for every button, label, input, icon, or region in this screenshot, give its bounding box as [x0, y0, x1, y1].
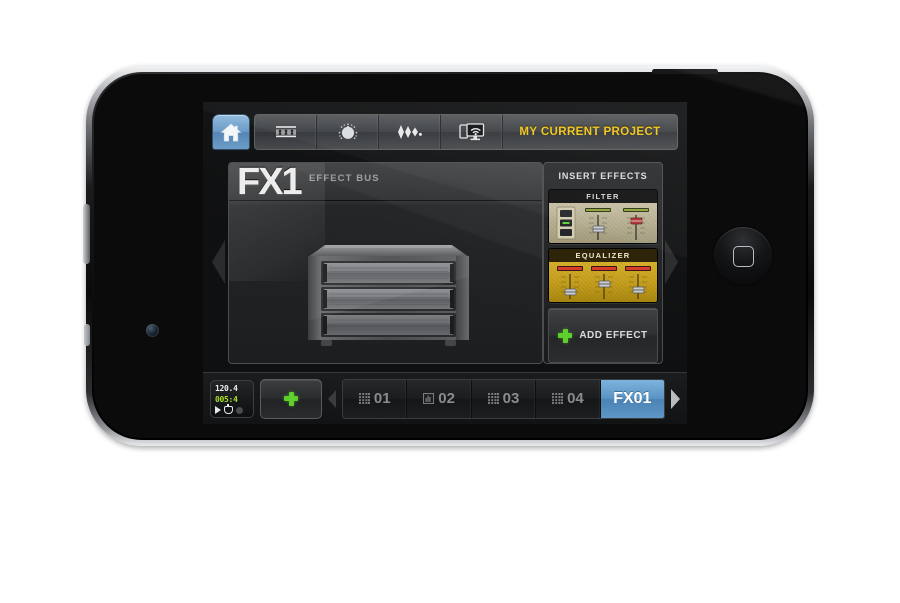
volume-button[interactable]	[83, 204, 90, 264]
mute-switch[interactable]	[84, 324, 90, 346]
phone-device: MY CURRENT PROJECT FX1 EFFECT BUS INSERT…	[83, 66, 814, 446]
grid-dots-icon	[487, 393, 499, 404]
main-content: FX1 EFFECT BUS INSERT EFFECTS FILTER EQU…	[203, 154, 687, 372]
track-tab-label: 02	[438, 390, 455, 407]
track-tab-label: 03	[502, 390, 520, 407]
house-icon	[220, 123, 242, 141]
track-tab-label: 04	[567, 390, 584, 407]
effect-module-filter-label: FILTER	[549, 190, 657, 203]
grid-dots-icon	[552, 393, 564, 404]
filter-controls-icon	[556, 206, 649, 240]
chevron-right-icon[interactable]	[671, 388, 680, 409]
waveform-icon	[397, 125, 422, 139]
toolbar-tab-group: MY CURRENT PROJECT	[254, 114, 678, 150]
effect-bus-panel[interactable]: FX1 EFFECT BUS	[228, 162, 543, 364]
track-tab-03[interactable]: 03	[471, 379, 537, 418]
device-reflection: MY CURRENT PROJECT FX1 EFFECT BUS	[86, 452, 814, 602]
chevron-left-icon[interactable]	[328, 389, 336, 408]
transport-bpm: 120.4	[215, 383, 238, 393]
record-icon[interactable]	[224, 404, 233, 414]
add-track-button[interactable]	[260, 378, 322, 419]
track-tab-list: 01 02 03 04 FX01	[342, 378, 665, 419]
rack-unit-icon	[308, 245, 469, 346]
home-button-square-icon	[732, 245, 754, 267]
transport-display[interactable]: 120.4 005:4	[210, 379, 254, 418]
add-effect-button[interactable]: ADD EFFECT	[548, 308, 658, 363]
track-tab-02[interactable]: 02	[407, 379, 472, 418]
toolbar-button-waveform[interactable]	[379, 115, 441, 149]
plus-icon	[284, 391, 298, 406]
earpiece-speaker	[652, 69, 718, 74]
waveform-box-icon	[423, 393, 435, 404]
app-toolbar: MY CURRENT PROJECT	[203, 102, 687, 154]
track-bar: 120.4 005:4 01 02 03 04 FX01	[203, 372, 687, 424]
effect-bus-subtitle: EFFECT BUS	[309, 173, 380, 184]
equalizer-controls-icon	[557, 266, 651, 299]
grid-dots-icon	[358, 393, 370, 404]
toolbar-button-sync[interactable]	[441, 115, 503, 149]
device-reflection-fade	[86, 452, 814, 602]
effect-bus-title: FX1	[237, 162, 303, 203]
add-effect-label: ADD EFFECT	[579, 330, 648, 341]
insert-effects-panel: INSERT EFFECTS FILTER EQUALIZER ADD EFFE…	[543, 162, 663, 364]
effect-module-equalizer[interactable]: EQUALIZER	[548, 248, 658, 303]
effect-module-equalizer-label: EQUALIZER	[549, 249, 657, 262]
plus-icon	[558, 328, 573, 343]
track-tab-label: 01	[373, 390, 391, 407]
play-icon[interactable]	[215, 406, 221, 414]
knob-icon	[338, 123, 357, 140]
toolbar-home-button[interactable]	[212, 114, 250, 150]
next-arrow-icon[interactable]	[665, 240, 678, 284]
effect-module-equalizer-face	[549, 262, 657, 302]
mixer-faders-icon	[275, 126, 296, 138]
track-tab-fx01[interactable]: FX01	[600, 379, 664, 418]
phone-screen: MY CURRENT PROJECT FX1 EFFECT BUS INSERT…	[203, 102, 687, 424]
effect-module-filter[interactable]: FILTER	[548, 189, 658, 244]
devices-sync-icon	[458, 123, 484, 141]
transport-position: 005:4	[215, 394, 238, 404]
project-name-label[interactable]: MY CURRENT PROJECT	[503, 115, 677, 149]
effect-module-filter-face	[549, 203, 657, 243]
track-tab-01[interactable]: 01	[343, 379, 408, 418]
home-button[interactable]	[714, 227, 772, 285]
status-dot-icon	[236, 406, 243, 414]
toolbar-button-instrument[interactable]	[317, 115, 379, 149]
toolbar-button-mixer[interactable]	[255, 115, 317, 149]
screenshot-canvas: MY CURRENT PROJECT FX1 EFFECT BUS INSERT…	[0, 0, 900, 603]
insert-effects-title: INSERT EFFECTS	[558, 171, 648, 181]
transport-controls	[215, 404, 249, 415]
track-tab-04[interactable]: 04	[536, 379, 601, 418]
prev-arrow-icon[interactable]	[212, 240, 225, 284]
front-camera	[146, 324, 159, 337]
track-tab-label: FX01	[613, 389, 652, 407]
